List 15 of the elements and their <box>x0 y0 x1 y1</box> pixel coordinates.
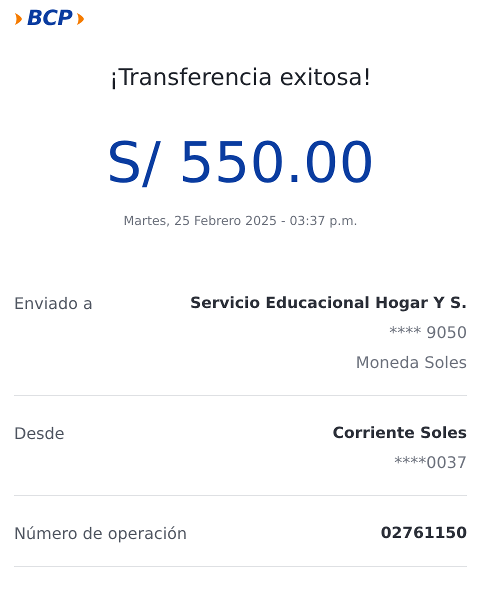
detail-label: Número de operación <box>14 523 188 545</box>
detail-value: 02761150 <box>380 523 467 544</box>
amount: S/ 550.00 <box>106 136 375 192</box>
detail-value: Corriente Soles <box>332 422 467 444</box>
detail-label: Enviado a <box>14 292 93 314</box>
detail-value: ****0037 <box>394 452 467 474</box>
success-title: ¡Transferencia exitosa! <box>108 64 373 93</box>
chevron-icon <box>76 12 86 26</box>
chevron-icon <box>14 12 23 26</box>
detail-value: Servicio Educacional Hogar Y S. <box>190 292 467 314</box>
date-time: Martes, 25 Febrero 2025 - 03:37 p.m. <box>123 212 358 230</box>
logo-text: BCP <box>27 8 72 29</box>
detail-label: Desde <box>14 422 64 445</box>
detail-value: **** 9050 <box>389 322 467 344</box>
detail-value: Moneda Soles <box>356 352 467 374</box>
